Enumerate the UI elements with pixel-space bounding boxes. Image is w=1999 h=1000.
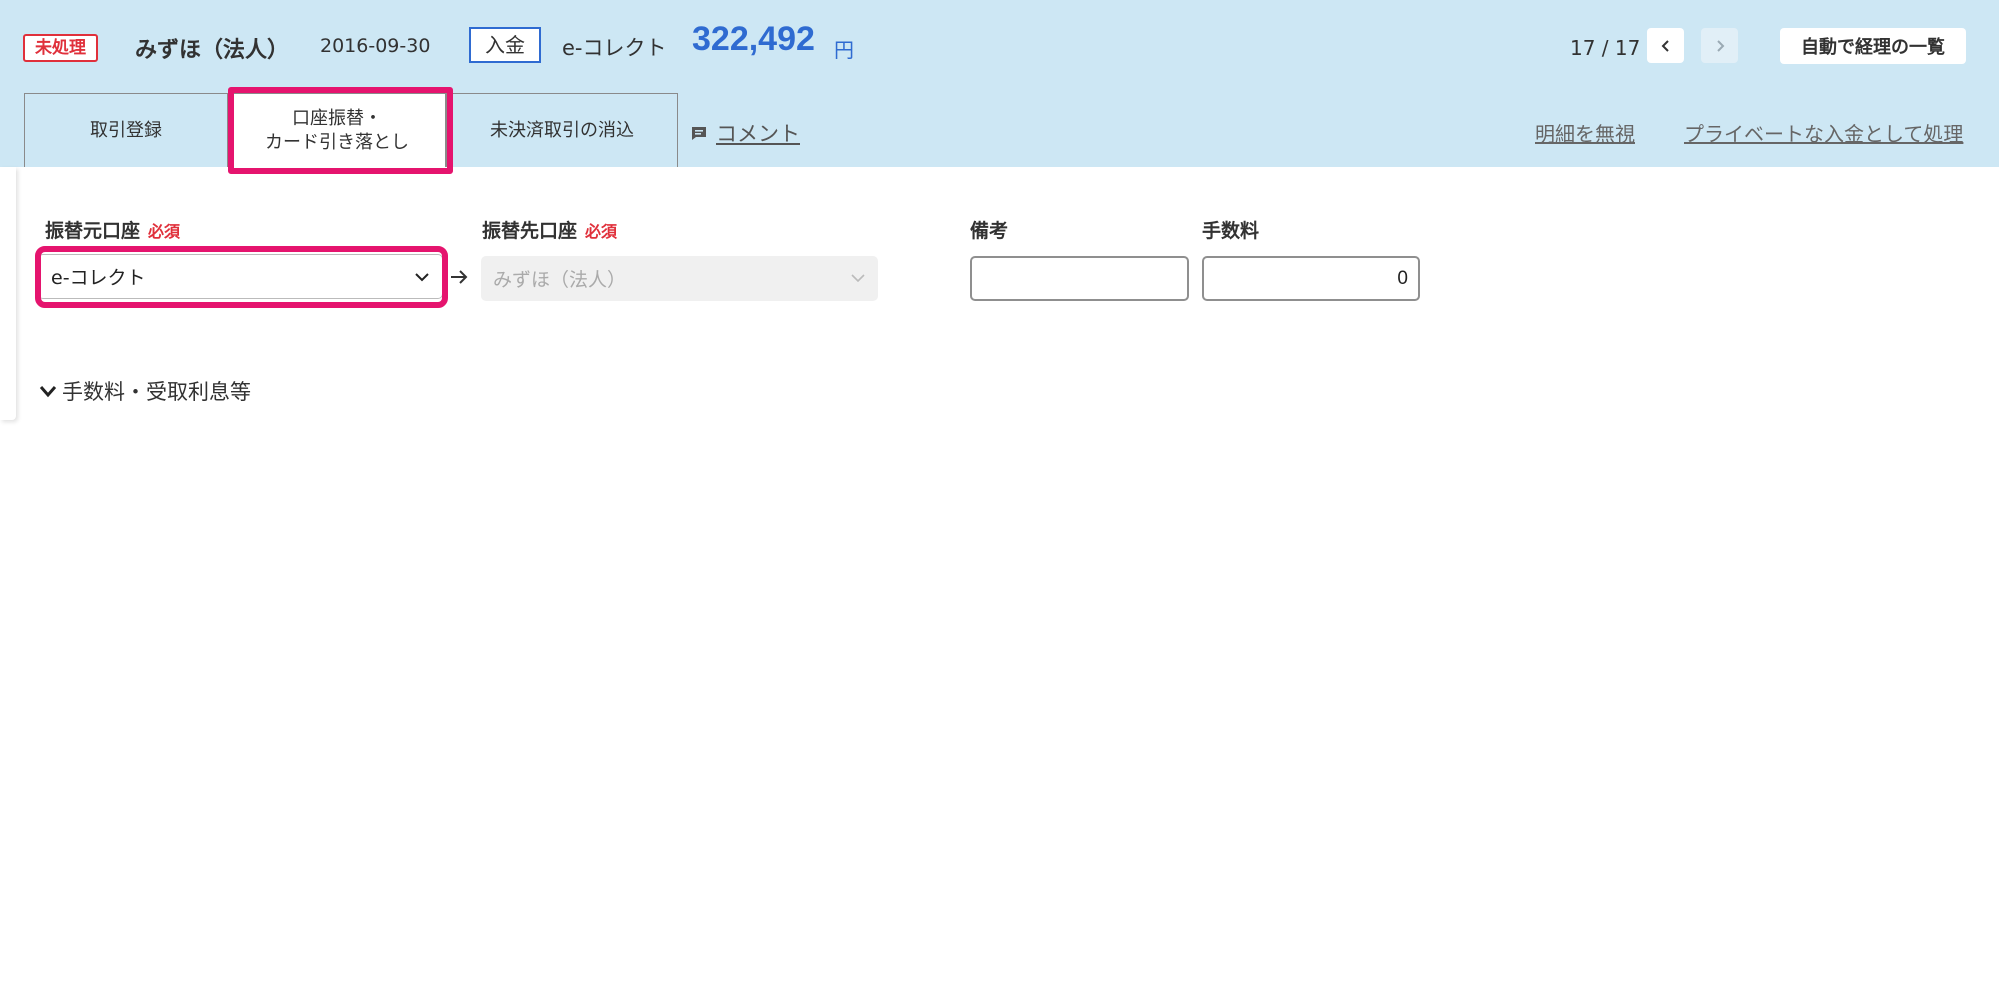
currency-unit: 円 <box>834 38 854 62</box>
transaction-amount: 322,492 <box>692 20 815 58</box>
transaction-header: 未処理 みずほ（法人） 2016-09-30 入金 e-コレクト 322,492… <box>0 0 1999 167</box>
partner-name: e-コレクト <box>562 36 667 60</box>
to-account-value: みずほ（法人） <box>493 269 627 291</box>
comment-link[interactable]: コメント <box>690 118 800 148</box>
bank-account-name: みずほ（法人） <box>135 38 290 63</box>
tab-clear-unsettled[interactable]: 未決済取引の消込 <box>446 93 678 167</box>
to-account-select[interactable]: みずほ（法人） <box>481 256 878 301</box>
auto-accounting-list-button[interactable]: 自動で経理の一覧 <box>1780 28 1966 64</box>
memo-label: 備考 <box>970 220 1009 242</box>
required-badge: 必須 <box>585 222 618 241</box>
chevron-down-icon <box>39 386 57 398</box>
chevron-right-icon <box>1716 39 1724 52</box>
transaction-type-badge: 入金 <box>469 27 541 63</box>
prev-button[interactable] <box>1647 28 1684 63</box>
chevron-left-icon <box>1661 39 1669 52</box>
from-account-label: 振替元口座 必須 <box>45 220 181 242</box>
fee-interest-expander-label: 手数料・受取利息等 <box>62 380 251 404</box>
chevron-down-icon <box>415 273 429 282</box>
from-account-value: e-コレクト <box>51 267 146 289</box>
transaction-date: 2016-09-30 <box>320 35 431 57</box>
to-account-label: 振替先口座 必須 <box>482 220 618 242</box>
fee-label: 手数料 <box>1202 220 1260 242</box>
side-panel-edge <box>0 167 16 420</box>
next-button[interactable] <box>1701 28 1738 63</box>
tab-trade-registration-label: 取引登録 <box>90 119 162 141</box>
memo-input[interactable] <box>970 256 1189 301</box>
fee-interest-expander[interactable]: 手数料・受取利息等 <box>38 376 251 406</box>
pager-indicator: 17 / 17 <box>1570 36 1641 60</box>
required-badge: 必須 <box>148 222 181 241</box>
tab-account-transfer[interactable]: 口座振替・ カード引き落とし <box>228 93 446 167</box>
arrow-right-icon <box>451 270 468 284</box>
ignore-statement-link[interactable]: 明細を無視 <box>1535 118 1635 147</box>
chevron-down-icon <box>851 274 865 283</box>
from-account-select[interactable]: e-コレクト <box>38 254 443 299</box>
private-deposit-link[interactable]: プライベートな入金として処理 <box>1684 118 1963 147</box>
comment-icon <box>692 127 706 140</box>
comment-link-label: コメント <box>716 122 800 146</box>
tab-clear-unsettled-label: 未決済取引の消込 <box>490 119 634 141</box>
status-badge: 未処理 <box>23 34 98 62</box>
fee-input[interactable] <box>1202 256 1420 301</box>
tab-trade-registration[interactable]: 取引登録 <box>24 93 228 167</box>
tab-account-transfer-label: 口座振替・ カード引き落とし <box>265 107 409 153</box>
